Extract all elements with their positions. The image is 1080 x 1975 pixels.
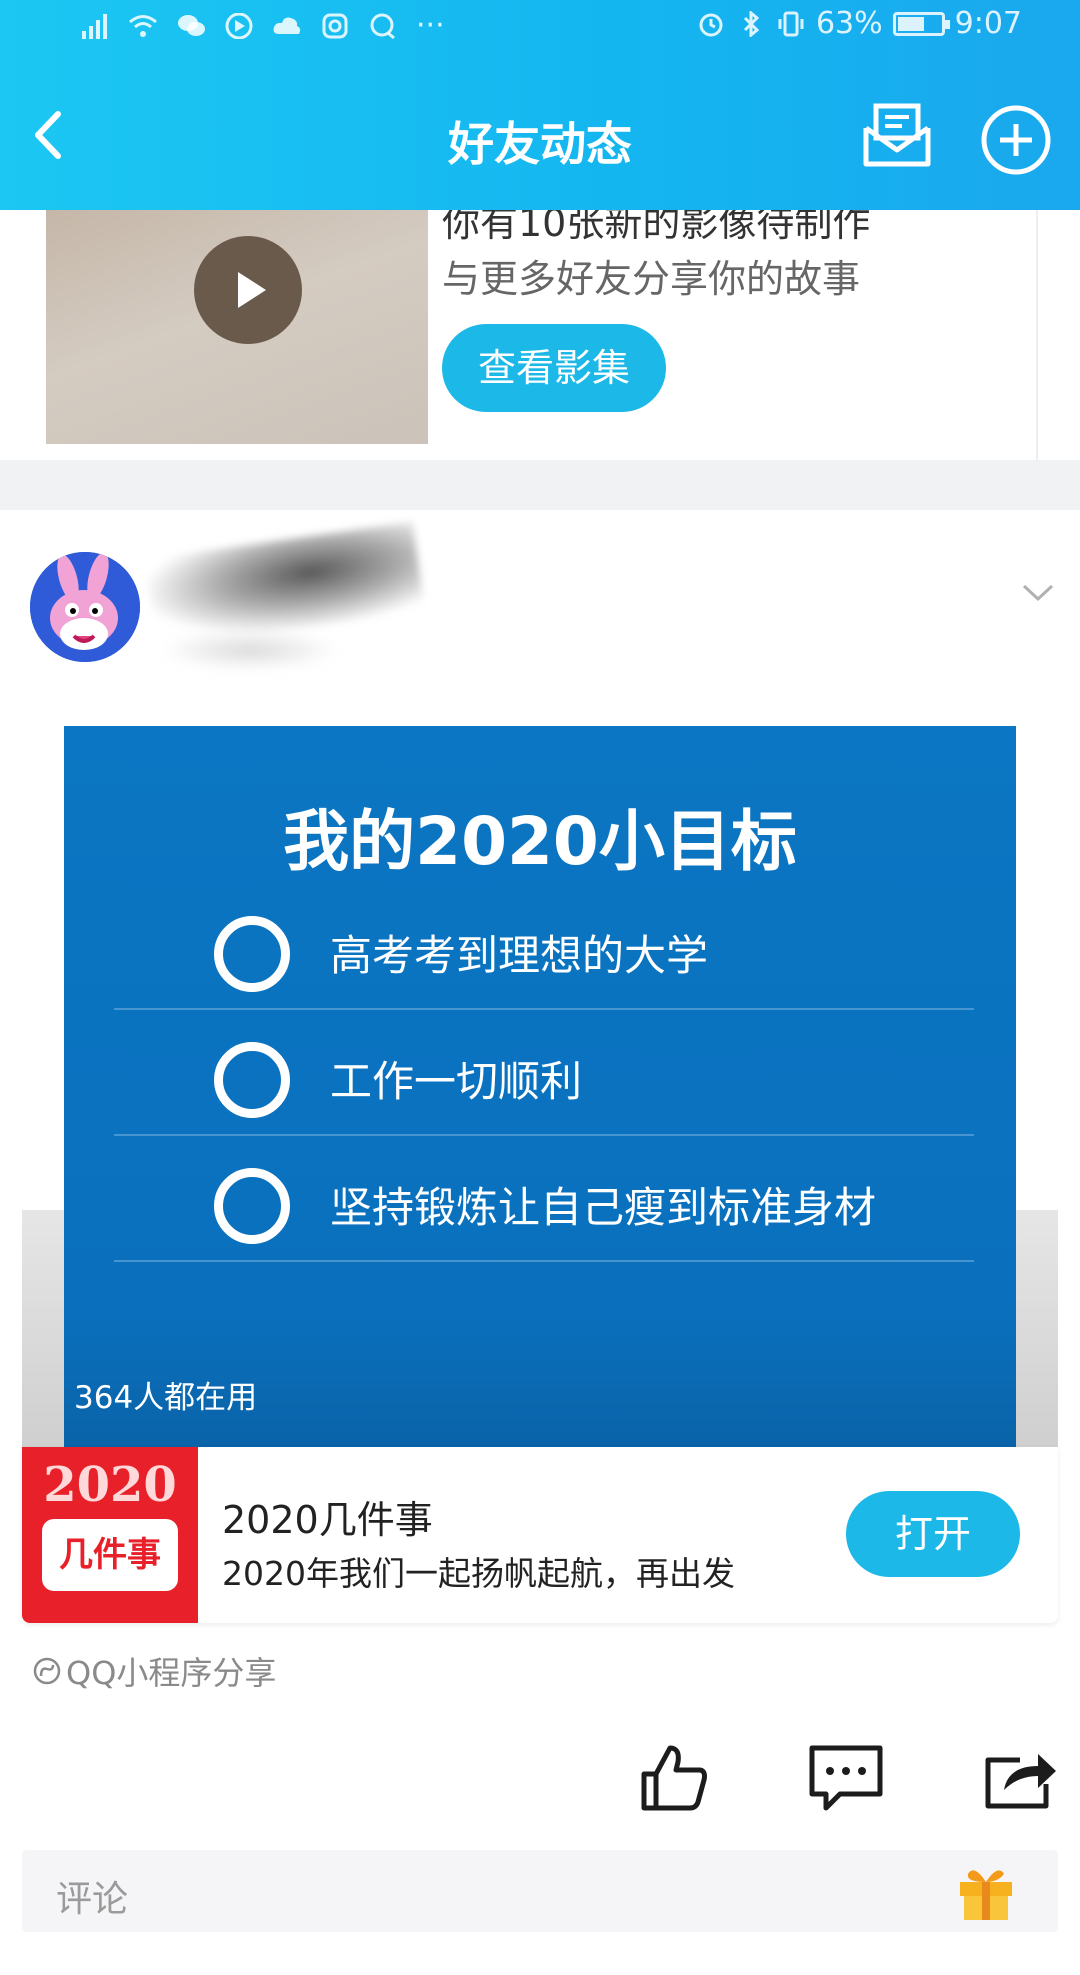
alarm-icon	[699, 13, 723, 36]
goal-card-image[interactable]: 我的2020小目标 高考考到理想的大学 工作一切顺利 坚持锻炼让自己瘦到标准身材…	[64, 726, 1016, 1452]
comment-input[interactable]: 评论	[22, 1850, 1058, 1932]
battery-percent: 63%	[815, 6, 883, 41]
status-left: ···	[80, 8, 445, 43]
view-album-button[interactable]: 查看影集	[442, 324, 666, 412]
blurred-timestamp	[160, 630, 340, 670]
gift-icon[interactable]	[954, 1860, 1018, 1922]
battery-icon	[892, 11, 950, 36]
goal-item-text: 工作一切顺利	[330, 1057, 583, 1106]
comment-placeholder: 评论	[56, 1879, 129, 1920]
avatar[interactable]	[30, 552, 140, 662]
mini-program-card[interactable]: 2020 几件事 2020几件事 2020年我们一起扬帆起航，再出发 打开	[22, 1447, 1058, 1623]
clock: 9:07	[954, 6, 1022, 41]
checkbox-ring-icon	[214, 916, 290, 992]
comment-icon[interactable]	[806, 1740, 886, 1814]
usage-count: 364人都在用	[74, 1380, 258, 1416]
goal-item-text: 坚持锻炼让自己瘦到标准身材	[330, 1183, 877, 1232]
goal-item: 工作一切顺利	[114, 1010, 974, 1136]
source-label[interactable]: QQ小程序分享	[32, 1648, 276, 1694]
like-icon[interactable]	[634, 1740, 714, 1814]
logo-year: 2020	[43, 1457, 177, 1513]
nav-bar: 好友动态	[0, 60, 1080, 210]
chevron-down-icon[interactable]	[1020, 580, 1056, 604]
header: ··· 63% 9:07 好友动态	[0, 0, 1080, 210]
bluetooth-icon	[743, 10, 760, 37]
status-bar: ··· 63% 9:07	[0, 0, 1080, 52]
album-card-inner: 你有10张新的影像待制作 与更多好友分享你的故事 查看影集	[22, 201, 1038, 460]
feed-post: 我的2020小目标 高考考到理想的大学 工作一切顺利 坚持锻炼让自己瘦到标准身材…	[0, 510, 1080, 1975]
battery-fill	[897, 16, 924, 31]
album-thumbnail[interactable]	[46, 210, 428, 444]
vibrate-icon	[778, 11, 804, 36]
wifi-icon	[129, 14, 157, 37]
more-notifications: ···	[416, 8, 445, 43]
checkbox-ring-icon	[214, 1042, 290, 1118]
goal-item: 坚持锻炼让自己瘦到标准身材	[114, 1136, 974, 1262]
goal-item-text: 高考考到理想的大学	[330, 931, 709, 980]
logo-text: 几件事	[42, 1519, 178, 1591]
source-text: QQ小程序分享	[66, 1654, 277, 1692]
play-store-icon	[225, 12, 253, 39]
play-icon[interactable]	[194, 236, 302, 344]
open-button[interactable]: 打开	[846, 1491, 1020, 1577]
goal-item: 高考考到理想的大学	[114, 884, 974, 1010]
mini-program-name: 2020几件事	[222, 1498, 433, 1542]
chat-icon	[370, 13, 395, 39]
mini-program-icon	[33, 1657, 61, 1685]
goal-divider	[114, 1260, 974, 1262]
plus-icon[interactable]	[980, 104, 1052, 176]
rabbit-avatar-image	[30, 552, 140, 662]
album-card: 你有10张新的影像待制作 与更多好友分享你的故事 查看影集	[0, 201, 1080, 460]
mail-icon[interactable]	[858, 98, 936, 172]
share-icon[interactable]	[980, 1740, 1060, 1814]
status-right: 63% 9:07	[696, 6, 1022, 41]
wechat-icon	[178, 14, 205, 36]
checkbox-ring-icon	[214, 1168, 290, 1244]
mini-program-desc: 2020年我们一起扬帆起航，再出发	[222, 1554, 735, 1593]
goal-title: 我的2020小目标	[283, 803, 797, 880]
instagram-icon	[322, 13, 348, 38]
cloud-icon	[273, 17, 301, 34]
mini-program-logo: 2020 几件事	[22, 1447, 198, 1623]
album-subtitle: 与更多好友分享你的故事	[442, 257, 861, 301]
section-divider	[0, 460, 1080, 510]
signal-icon	[82, 13, 107, 39]
